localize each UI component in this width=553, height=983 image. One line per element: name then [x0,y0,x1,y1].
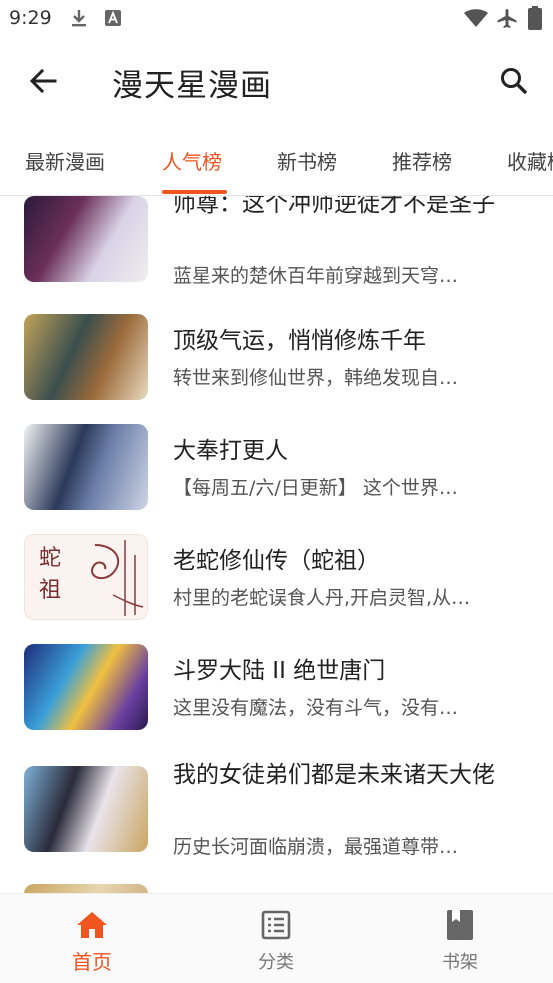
comic-description: 村里的老蛇误食人丹,开启灵智,从… [173,587,471,609]
comic-title: 师尊：这个冲师逆徒才不是圣子 [173,196,495,217]
list-item[interactable]: 顶级气运，悄悄修炼千年 转世来到修仙世界，韩绝发现自… [0,306,553,416]
comic-description: 这里没有魔法，没有斗气，没有… [173,697,459,719]
comic-cover: 蛇祖 [24,534,148,620]
comic-cover [24,766,148,852]
list-item[interactable]: 我的女徒弟们都是未来诸天大佬 历史长河面临崩溃，最强道尊带… [0,746,553,866]
comic-description: 历史长河面临崩溃，最强道尊带… [173,836,459,858]
list-item[interactable]: 蛇祖 老蛇修仙传（蛇祖） 村里的老蛇误食人丹,开启灵智,从… [0,526,553,636]
tab-latest[interactable]: 最新漫画 [25,146,105,175]
app-notification-icon [104,8,122,32]
battery-icon [528,6,542,34]
list-item[interactable]: 斗罗大陆 II 绝世唐门 这里没有魔法，没有斗气，没有… [0,636,553,746]
nav-category[interactable]: 分类 [184,894,368,983]
comic-description: 转世来到修仙世界，韩绝发现自… [173,367,459,389]
list-item[interactable]: 大奉打更人 【每周五/六/日更新】 这个世界… [0,416,553,526]
comic-cover [24,314,148,400]
status-bar: 9:29 [0,0,553,38]
comic-description: 【每周五/六/日更新】 这个世界… [173,477,458,499]
app-bar: 漫天星漫画 [0,38,553,124]
wifi-icon [463,8,489,32]
comic-cover [24,884,148,893]
page-title: 漫天星漫画 [112,68,272,104]
comic-title: 斗罗大陆 II 绝世唐门 [173,658,386,684]
search-button[interactable] [493,60,535,102]
tab-popular[interactable]: 人气榜 [162,146,222,175]
nav-bookshelf[interactable]: 书架 [368,894,552,983]
download-icon [70,8,88,32]
book-icon [443,908,477,942]
comic-cover [24,196,148,282]
search-icon [501,68,528,95]
back-button[interactable] [22,60,64,102]
arrow-left-icon [29,68,57,94]
tab-new[interactable]: 新书榜 [277,146,337,175]
comic-title: 大奉打更人 [173,438,288,464]
bottom-navigation: 首页 分类 书架 [0,893,553,983]
tab-recommended[interactable]: 推荐榜 [392,146,452,175]
comic-title: 我的女徒弟们都是未来诸天大佬 [173,762,495,788]
airplane-mode-icon [496,8,518,34]
comic-cover [24,424,148,510]
tab-indicator [162,190,227,194]
home-icon [75,908,109,942]
comic-cover [24,644,148,730]
nav-home-label: 首页 [72,950,112,974]
cover-calligraphy: 蛇祖 [39,546,62,603]
comic-description: 蓝星来的楚休百年前穿越到天穹… [173,265,459,287]
comic-title: 顶级气运，悄悄修炼千年 [173,328,426,354]
list-item[interactable]: 师尊：这个冲师逆徒才不是圣子 蓝星来的楚休百年前穿越到天穹… [0,196,553,296]
list-item[interactable] [0,884,553,893]
comic-list: 师尊：这个冲师逆徒才不是圣子 蓝星来的楚休百年前穿越到天穹… 顶级气运，悄悄修炼… [0,196,553,893]
category-tabs: 最新漫画 人气榜 新书榜 推荐榜 收藏榜 [0,124,553,196]
comic-title: 老蛇修仙传（蛇祖） [173,548,380,574]
tab-favorites[interactable]: 收藏榜 [507,146,553,175]
nav-category-label: 分类 [258,952,294,973]
nav-bookshelf-label: 书架 [442,952,478,973]
nav-home[interactable]: 首页 [0,894,184,983]
status-time: 9:29 [9,7,52,29]
list-icon [259,908,293,942]
